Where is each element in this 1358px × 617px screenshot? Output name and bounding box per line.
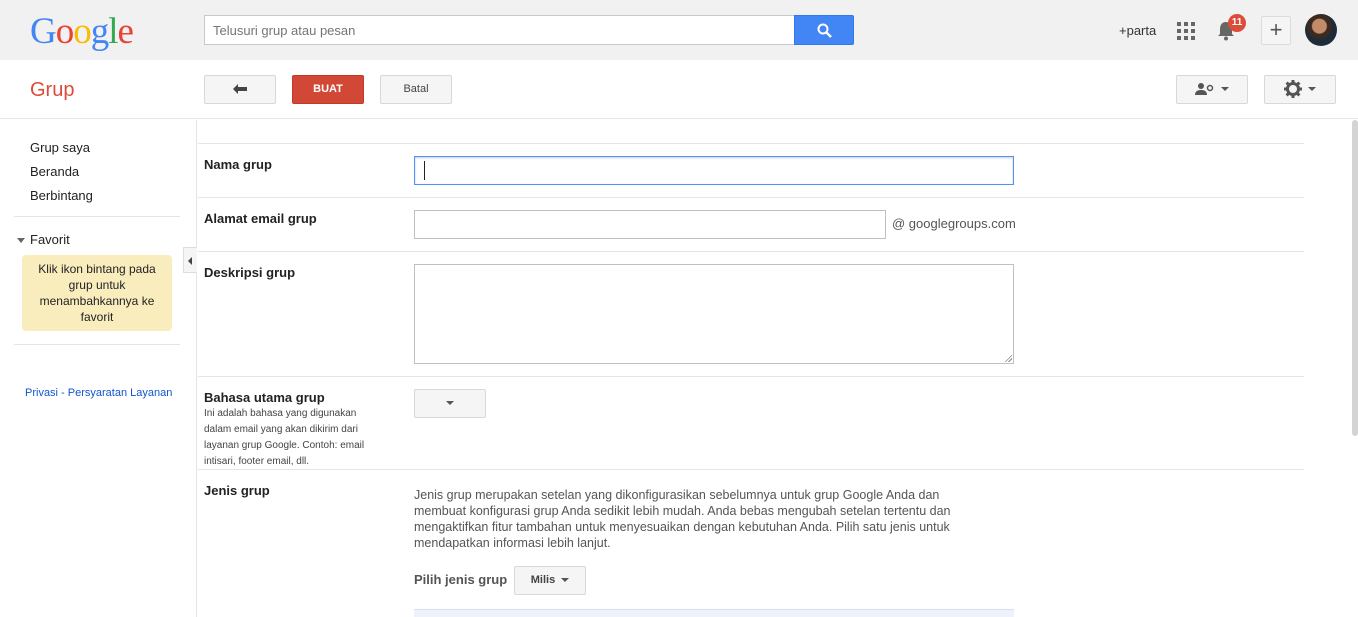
sidebar-item-starred[interactable]: Berbintang (30, 188, 93, 203)
logo-letter: e (117, 11, 134, 52)
text-cursor (424, 161, 425, 180)
avatar[interactable] (1305, 14, 1337, 46)
create-button[interactable]: BUAT (292, 75, 364, 104)
divider (198, 251, 1304, 252)
group-email-label: Alamat email grup (204, 211, 317, 226)
group-language-label: Bahasa utama grup (204, 390, 325, 405)
chevron-down-icon (446, 400, 454, 405)
group-type-info-panel (414, 609, 1014, 617)
scrollbar[interactable] (1352, 120, 1358, 436)
logo-letter: l (108, 11, 118, 52)
page-title[interactable]: Grup (30, 79, 74, 102)
action-bar: Grup BUAT Batal (0, 60, 1358, 119)
group-description-textarea[interactable] (414, 264, 1014, 364)
search-icon (817, 23, 832, 38)
divider (198, 376, 1304, 377)
group-name-input[interactable] (414, 156, 1014, 185)
logo-letter: o (73, 11, 91, 52)
group-type-dropdown[interactable]: Milis (514, 566, 586, 595)
back-button[interactable] (204, 75, 276, 104)
divider (14, 216, 180, 217)
group-description-label: Deskripsi grup (204, 265, 296, 280)
group-email-input[interactable] (414, 210, 886, 239)
sidebar-item-home[interactable]: Beranda (30, 164, 79, 179)
divider (14, 344, 180, 345)
group-language-help: Ini adalah bahasa yang digunakan dalam e… (204, 408, 365, 467)
resize-handle[interactable] (1004, 354, 1012, 362)
sidebar-item-my-groups[interactable]: Grup saya (30, 140, 90, 155)
profile-name-link[interactable]: +parta (1119, 23, 1156, 38)
add-button[interactable]: + (1261, 16, 1291, 45)
apps-grid-icon[interactable] (1177, 22, 1195, 40)
search-input[interactable] (204, 15, 795, 45)
favorites-hint: Klik ikon bintang pada grup untuk menamb… (22, 255, 172, 331)
favorites-toggle[interactable]: Favorit (17, 232, 70, 247)
logo-letter: g (90, 11, 109, 52)
google-logo[interactable]: Google (30, 10, 134, 53)
collapse-sidebar-button[interactable] (183, 247, 197, 273)
chevron-down-icon (561, 578, 570, 583)
gear-icon (1284, 80, 1302, 99)
notification-count-badge: 11 (1228, 14, 1246, 32)
divider (198, 143, 1304, 144)
logo-letter: o (55, 11, 74, 52)
divider (198, 469, 1304, 470)
group-type-label: Jenis grup (204, 483, 270, 498)
search-button[interactable] (794, 15, 854, 45)
chevron-down-icon (1221, 87, 1229, 92)
triangle-left-icon (188, 257, 192, 265)
language-dropdown[interactable] (414, 389, 486, 418)
footer-links[interactable]: Privasi - Persyaratan Layanan (25, 387, 172, 399)
email-domain-suffix: @ googlegroups.com (892, 216, 1016, 231)
group-name-label: Nama grup (204, 157, 272, 172)
pick-group-type-label: Pilih jenis grup (414, 572, 508, 587)
favorites-label: Favorit (30, 232, 70, 247)
settings-menu-button[interactable] (1264, 75, 1336, 104)
plus-icon: + (1269, 17, 1283, 42)
chevron-down-icon (1308, 87, 1316, 92)
triangle-down-icon (17, 238, 25, 244)
members-menu-button[interactable] (1176, 75, 1248, 104)
back-arrow-icon (233, 84, 247, 95)
cancel-button[interactable]: Batal (380, 75, 452, 104)
sidebar: Grup saya Beranda Berbintang Favorit Kli… (0, 120, 197, 617)
group-type-value: Milis (530, 574, 556, 586)
top-bar: Google +parta 11 + (0, 0, 1358, 60)
group-type-description: Jenis grup merupakan setelan yang dikonf… (414, 488, 951, 550)
people-settings-icon (1195, 83, 1214, 96)
divider (198, 197, 1304, 198)
logo-letter: G (30, 11, 57, 52)
